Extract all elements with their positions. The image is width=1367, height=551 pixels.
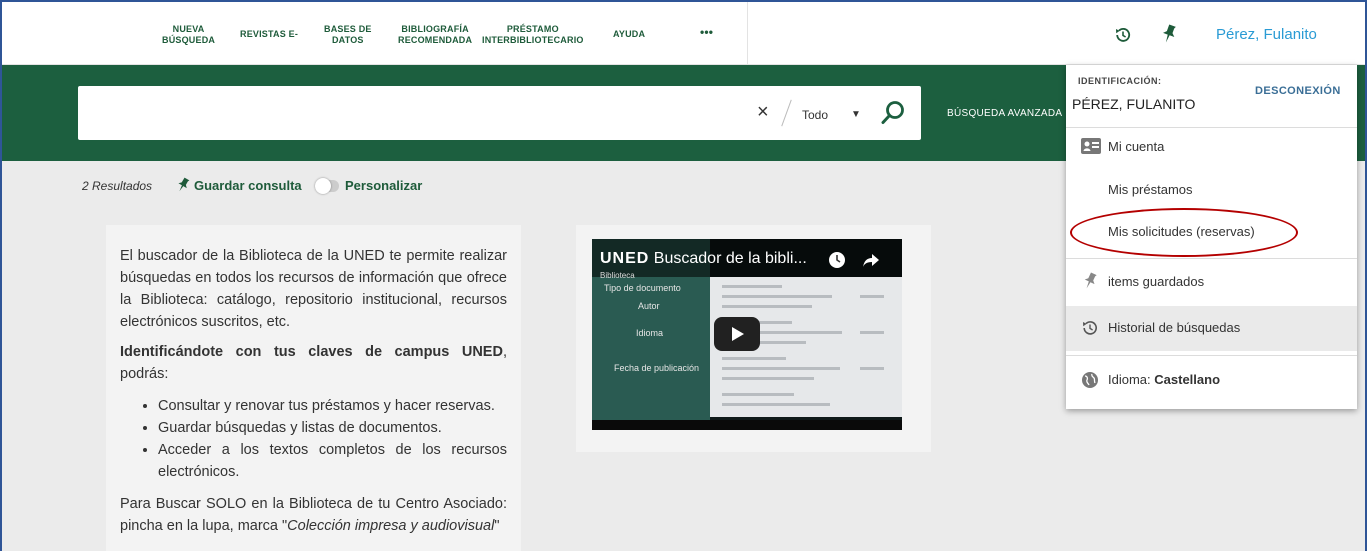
language-value: Castellano (1154, 372, 1221, 387)
video-frame-line (722, 367, 840, 370)
menu-item-loans[interactable]: Mis préstamos (1066, 171, 1357, 213)
identification-name: PÉREZ, FULANITO (1072, 96, 1196, 112)
globe-icon (1082, 372, 1098, 388)
play-button[interactable] (714, 317, 760, 351)
menu-divider (1066, 127, 1357, 128)
info-text: " (494, 518, 500, 534)
nav-label: PRÉSTAMO (506, 24, 559, 34)
user-menu-button[interactable]: Pérez, Fulanito (1216, 26, 1317, 43)
video-title-text: Buscador de la bibli... (653, 250, 807, 267)
menu-item-label: items guardados (1108, 274, 1205, 289)
video-facet-label: Fecha de publicación (614, 363, 700, 373)
menu-divider (1066, 355, 1357, 356)
menu-divider (1066, 258, 1357, 259)
toggle-knob[interactable] (315, 178, 331, 194)
history-icon (1083, 321, 1097, 335)
video-player[interactable]: Tipo de documento Autor Idioma Fecha de … (592, 239, 902, 430)
menu-item-label: Mis préstamos (1108, 182, 1193, 197)
nav-label: AYUDA (613, 29, 646, 39)
video-facet-label: Tipo de documento (604, 283, 681, 293)
info-list: Consultar y renovar tus préstamos y hace… (120, 395, 507, 483)
id-card-icon (1081, 138, 1101, 154)
video-frame-line (722, 393, 794, 396)
video-brand: UNED (600, 250, 650, 267)
video-frame-line (722, 285, 782, 288)
logout-button[interactable]: DESCONEXIÓN (1255, 85, 1341, 97)
nav-label: INTERBIBLIOTECARIO (482, 35, 584, 45)
pin-icon[interactable] (175, 177, 191, 193)
search-input[interactable] (78, 86, 921, 140)
app-frame: NUEVA BÚSQUEDA REVISTAS E- BASES DE DATO… (0, 0, 1367, 551)
results-count: 2 Resultados (82, 179, 153, 193)
nav-interlibrary-loan[interactable]: PRÉSTAMO INTERBIBLIOTECARIO (482, 24, 584, 46)
menu-item-account[interactable]: Mi cuenta (1066, 129, 1357, 171)
nav-help[interactable]: AYUDA (613, 24, 645, 40)
info-paragraph: Identificándote con tus claves de campus… (120, 341, 507, 385)
video-frame-line (860, 367, 884, 370)
video-frame-line (722, 403, 830, 406)
menu-item-history[interactable]: Historial de búsquedas (1066, 306, 1357, 351)
info-bold-text: Identificándote con tus claves de campus… (120, 344, 503, 360)
list-item: Guardar búsquedas y listas de documentos… (158, 417, 507, 439)
watch-later-icon[interactable] (828, 251, 846, 269)
video-frame-line (860, 295, 884, 298)
share-icon[interactable] (862, 251, 880, 269)
video-progress-bar[interactable] (592, 420, 902, 430)
nav-new-search[interactable]: NUEVA BÚSQUEDA (162, 24, 215, 46)
language-label: Idioma: (1108, 372, 1151, 387)
nav-recommended-bibliography[interactable]: BIBLIOGRAFÍA RECOMENDADA (398, 24, 472, 46)
menu-item-language[interactable]: Idioma: Castellano (1066, 358, 1357, 400)
clear-search-icon[interactable]: × (757, 102, 769, 122)
video-facet-label: Autor (638, 301, 660, 311)
nav-label: BASES DE (324, 24, 372, 34)
top-navigation: NUEVA BÚSQUEDA REVISTAS E- BASES DE DATO… (2, 2, 1365, 65)
list-item: Acceder a los textos completos de los re… (158, 439, 507, 483)
play-icon (732, 327, 744, 341)
search-scope-select[interactable]: Todo (802, 108, 828, 122)
caret-down-icon[interactable]: ▼ (851, 109, 861, 120)
save-query-button[interactable]: Guardar consulta (194, 178, 302, 193)
nav-databases[interactable]: BASES DE DATOS (324, 24, 372, 46)
nav-label: NUEVA (172, 24, 205, 34)
advanced-search-link[interactable]: BÚSQUEDA AVANZADA (947, 108, 1062, 119)
personalize-label[interactable]: Personalizar (345, 178, 422, 193)
video-frame-line (722, 295, 832, 298)
nav-label: BÚSQUEDA (162, 35, 216, 45)
language-option: Idioma: Castellano (1108, 372, 1220, 387)
pin-icon[interactable] (1160, 24, 1178, 44)
nav-label: BIBLIOGRAFÍA (401, 24, 469, 34)
nav-label: DATOS (331, 35, 364, 45)
annotation-oval (1070, 208, 1298, 257)
nav-e-journals[interactable]: REVISTAS E- (240, 24, 298, 40)
menu-item-label: Historial de búsquedas (1108, 320, 1241, 335)
nav-more[interactable]: ••• (700, 24, 713, 38)
info-italic-text: Colección impresa y audiovisual (287, 518, 495, 534)
video-title: UNED Buscador de la bibli... (600, 250, 807, 268)
pin-icon (1084, 272, 1097, 289)
video-frame-line (722, 357, 786, 360)
video-title-bar: UNED Buscador de la bibli... Biblioteca (592, 239, 902, 280)
nav-divider (747, 2, 748, 65)
list-item: Consultar y renovar tus préstamos y hace… (158, 395, 507, 417)
history-icon[interactable] (1114, 26, 1132, 44)
info-card: El buscador de la Biblioteca de la UNED … (106, 225, 521, 551)
identification-label: IDENTIFICACIÓN: (1078, 76, 1162, 86)
more-icon: ••• (700, 25, 714, 39)
info-paragraph: El buscador de la Biblioteca de la UNED … (120, 248, 507, 330)
video-frame-line (860, 331, 884, 334)
video-frame-line (722, 377, 814, 380)
video-frame-line (722, 305, 812, 308)
video-facet-label: Idioma (636, 328, 664, 338)
video-subtitle: Biblioteca (600, 271, 635, 280)
nav-label: RECOMENDADA (398, 35, 473, 45)
info-paragraph: Para Buscar SOLO en la Biblioteca de tu … (120, 493, 507, 537)
menu-item-label: Mi cuenta (1108, 139, 1165, 154)
nav-label: REVISTAS E- (240, 29, 299, 39)
menu-item-saved[interactable]: items guardados (1066, 261, 1357, 303)
search-icon[interactable] (880, 100, 906, 126)
